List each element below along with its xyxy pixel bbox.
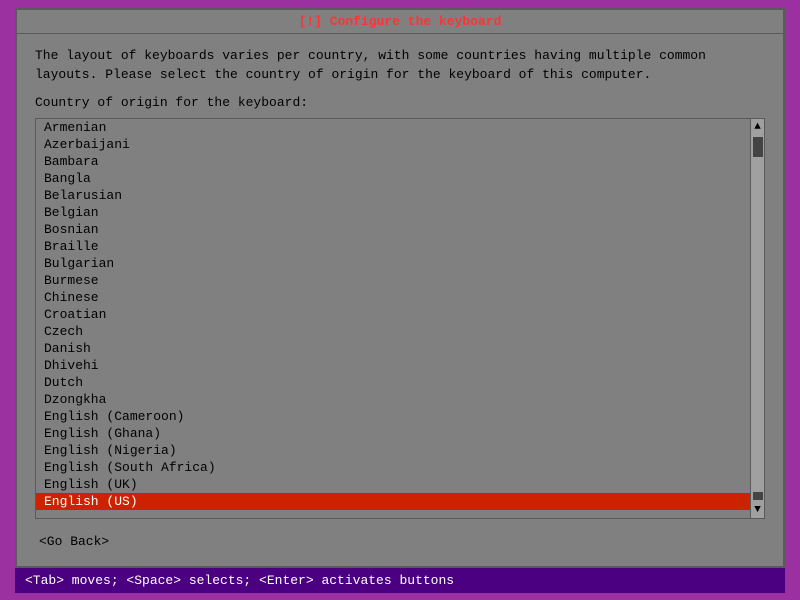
status-bar: <Tab> moves; <Space> selects; <Enter> ac…	[15, 568, 785, 593]
list-item[interactable]: English (UK)	[36, 476, 750, 493]
buttons-area: <Go Back>	[35, 529, 765, 554]
scrollbar[interactable]: ▲ ▼	[750, 119, 764, 518]
content-area: The layout of keyboards varies per count…	[17, 34, 783, 566]
list-item[interactable]: Chinese	[36, 289, 750, 306]
country-label: Country of origin for the keyboard:	[35, 95, 765, 110]
terminal-window: [!] Configure the keyboard The layout of…	[15, 8, 785, 568]
description-line2: layouts. Please select the country of or…	[35, 65, 765, 85]
list-item[interactable]: Bosnian	[36, 221, 750, 238]
list-item[interactable]: Braille	[36, 238, 750, 255]
list-item[interactable]: Bangla	[36, 170, 750, 187]
list-item[interactable]: English (Cameroon)	[36, 408, 750, 425]
list-item[interactable]: Azerbaijani	[36, 136, 750, 153]
scroll-thumb-top	[753, 137, 763, 157]
list-item[interactable]: English (South Africa)	[36, 459, 750, 476]
scroll-up-arrow[interactable]: ▲	[751, 119, 764, 135]
list-item[interactable]: Dhivehi	[36, 357, 750, 374]
list-inner: ArmenianAzerbaijaniBambaraBanglaBelarusi…	[36, 119, 750, 518]
list-item[interactable]: English (Nigeria)	[36, 442, 750, 459]
list-item[interactable]: Belarusian	[36, 187, 750, 204]
list-item[interactable]: Dutch	[36, 374, 750, 391]
description-line1: The layout of keyboards varies per count…	[35, 46, 765, 66]
list-item[interactable]: Belgian	[36, 204, 750, 221]
title-text: [!] Configure the keyboard	[299, 14, 502, 29]
scroll-thumb-bottom	[753, 492, 763, 500]
scroll-down-arrow[interactable]: ▼	[751, 502, 764, 518]
description: The layout of keyboards varies per count…	[35, 46, 765, 85]
list-item[interactable]: Bambara	[36, 153, 750, 170]
list-item[interactable]: Armenian	[36, 119, 750, 136]
scroll-track	[751, 135, 764, 502]
title-bar: [!] Configure the keyboard	[17, 10, 783, 34]
list-item[interactable]: English (US)	[36, 493, 750, 510]
go-back-button[interactable]: <Go Back>	[35, 533, 113, 550]
list-container[interactable]: ArmenianAzerbaijaniBambaraBanglaBelarusi…	[35, 118, 765, 519]
list-item[interactable]: Bulgarian	[36, 255, 750, 272]
list-item[interactable]: Burmese	[36, 272, 750, 289]
list-item[interactable]: English (Ghana)	[36, 425, 750, 442]
list-item[interactable]: Croatian	[36, 306, 750, 323]
list-items: ArmenianAzerbaijaniBambaraBanglaBelarusi…	[36, 119, 750, 510]
list-item[interactable]: Czech	[36, 323, 750, 340]
list-item[interactable]: Danish	[36, 340, 750, 357]
status-text: <Tab> moves; <Space> selects; <Enter> ac…	[25, 573, 454, 588]
list-item[interactable]: Dzongkha	[36, 391, 750, 408]
